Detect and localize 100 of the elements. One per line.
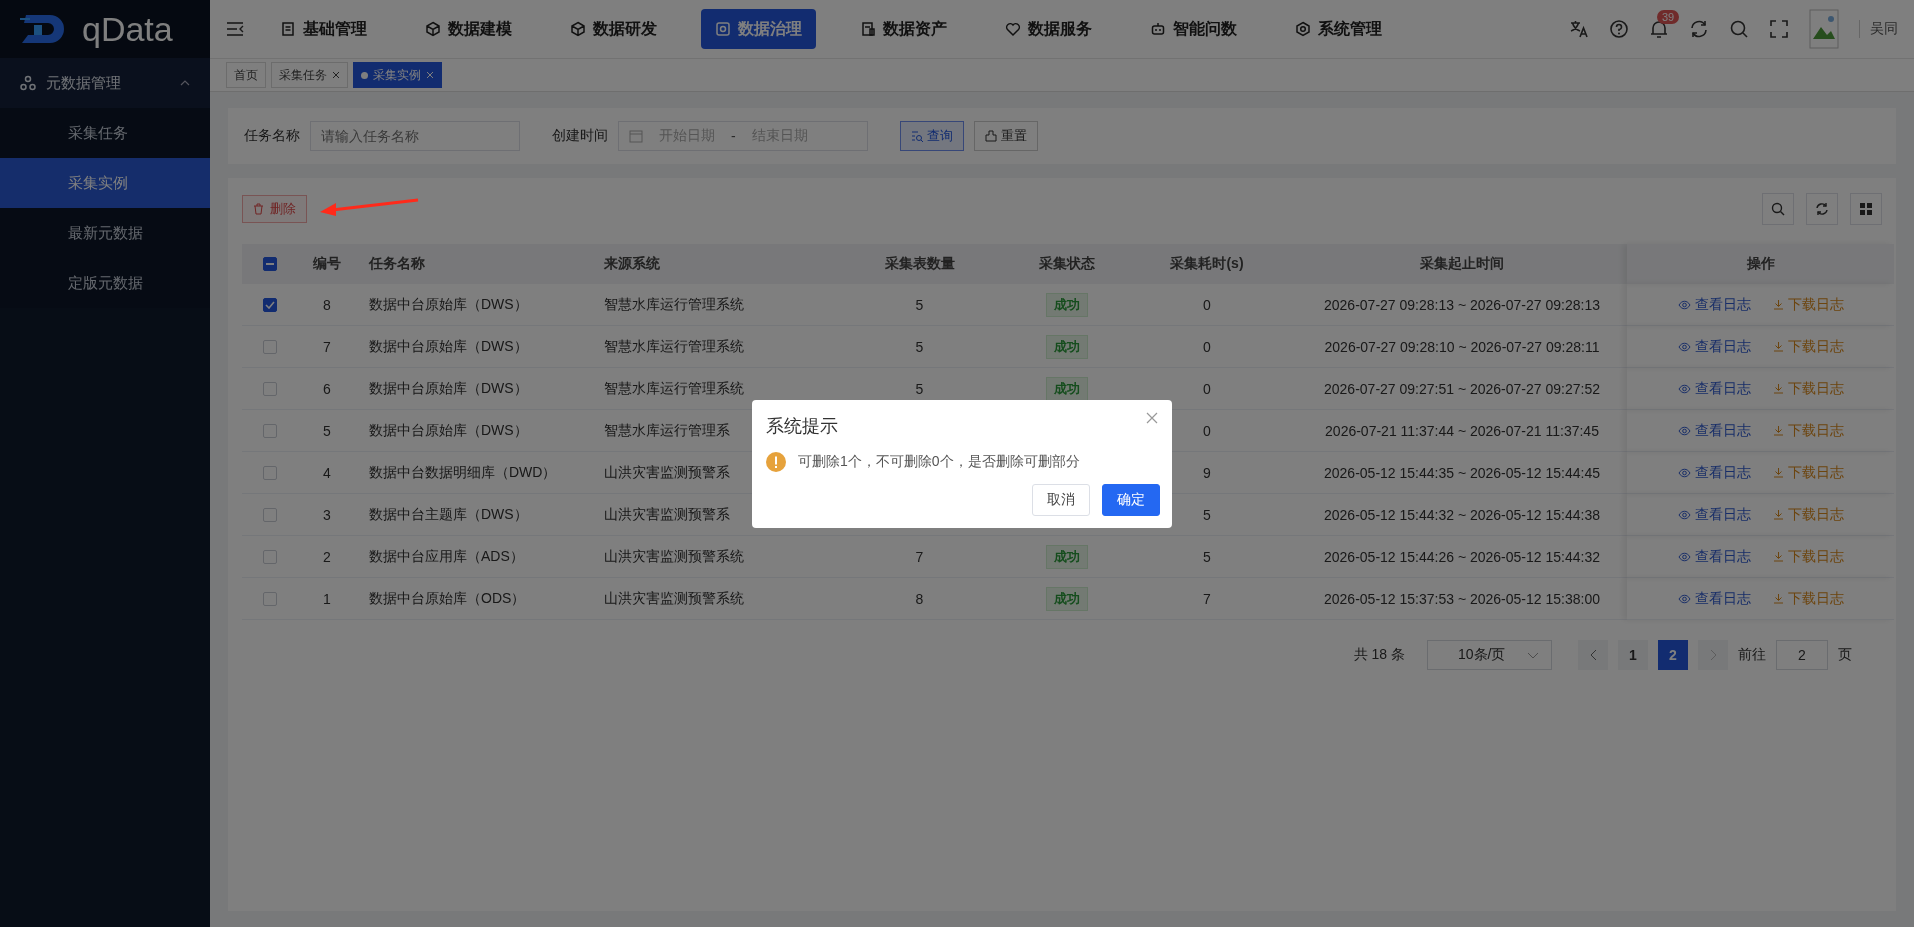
column-header: 采集耗时(s) <box>1170 255 1244 273</box>
confirm-button[interactable]: 确定 <box>1102 484 1160 516</box>
close-icon[interactable] <box>1146 412 1158 424</box>
cancel-button[interactable]: 取消 <box>1032 484 1090 516</box>
table-cell: 山洪灾害监测预警系统 <box>604 589 744 608</box>
group-label: 元数据管理 <box>46 73 122 93</box>
report-icon <box>860 21 876 37</box>
search-button[interactable]: 查询 <box>900 121 964 151</box>
field-label: 任务名称 <box>244 127 300 145</box>
chevron-right-icon <box>1709 649 1717 661</box>
page-size-select[interactable]: 10条/页 <box>1427 640 1552 670</box>
refresh-icon <box>1689 19 1709 39</box>
table-cell: 数据中台原始库（DWS） <box>369 379 528 398</box>
page-tab[interactable]: 采集实例 <box>353 62 442 88</box>
table-cell: 数据中台原始库（DWS） <box>369 421 528 440</box>
view-log-link[interactable]: 查看日志 <box>1677 337 1751 356</box>
download-log-link[interactable]: 下载日志 <box>1772 421 1844 440</box>
task-name-field[interactable]: 请输入任务名称 <box>310 121 520 151</box>
user-name: 吴同 <box>1859 20 1898 38</box>
table-cell: 3 <box>323 506 331 523</box>
refresh-button[interactable] <box>1806 193 1838 225</box>
table-cell: 山洪灾害监测预警系 <box>604 505 730 524</box>
table-cell: 2 <box>323 548 331 565</box>
view-log-link[interactable]: 查看日志 <box>1677 295 1751 314</box>
table-cell: 0 <box>1203 422 1211 439</box>
table-cell: 智慧水库运行管理系统 <box>604 295 744 314</box>
download-log-link[interactable]: 下载日志 <box>1772 379 1844 398</box>
chevron-left-icon <box>1589 649 1597 661</box>
table-cell: 8 <box>915 590 924 607</box>
download-icon <box>1772 551 1784 562</box>
table-cell: 数据中台原始库（DWS） <box>369 337 528 356</box>
nav-tab[interactable]: 数据资产 <box>846 9 961 49</box>
table-cell: 7 <box>323 338 331 355</box>
table-cell: 山洪灾害监测预警系统 <box>604 547 744 566</box>
eye-icon <box>1677 593 1691 604</box>
download-log-link[interactable]: 下载日志 <box>1772 547 1844 566</box>
table-cell: 数据中台主题库（DWS） <box>369 505 528 524</box>
next-page-button[interactable] <box>1698 640 1728 670</box>
sidebar-item[interactable]: 采集实例 <box>0 158 210 208</box>
download-icon <box>1772 341 1784 352</box>
document-icon <box>280 21 296 37</box>
view-log-link[interactable]: 查看日志 <box>1677 379 1751 398</box>
table-cell: 0 <box>1203 338 1211 355</box>
table-cell: 4 <box>323 464 331 481</box>
select-all-checkbox[interactable] <box>262 257 277 271</box>
cube-icon <box>425 21 441 37</box>
nav-tab[interactable]: 数据服务 <box>991 9 1106 49</box>
table-cell: 5 <box>1203 506 1211 523</box>
page-jump-field[interactable]: 2 <box>1776 640 1828 670</box>
download-log-link[interactable]: 下载日志 <box>1772 337 1844 356</box>
download-log-link[interactable]: 下载日志 <box>1772 295 1844 314</box>
table-cell: 2026-05-12 15:44:32 ~ 2026-05-12 15:44:38 <box>1324 506 1600 523</box>
page-tab[interactable]: 采集任务 <box>271 62 348 88</box>
delete-button[interactable]: 删除 <box>242 195 307 223</box>
download-icon <box>1772 467 1784 478</box>
page-tab[interactable]: 首页 <box>226 62 266 88</box>
download-log-link[interactable]: 下载日志 <box>1772 505 1844 524</box>
status-tag: 成功 <box>1046 586 1088 611</box>
table-cell: 8 <box>323 296 331 313</box>
download-log-link[interactable]: 下载日志 <box>1772 589 1844 608</box>
shield-grid-icon <box>715 21 731 37</box>
reset-button[interactable]: 重置 <box>974 121 1038 151</box>
nav-tab[interactable]: 数据建模 <box>411 9 526 49</box>
search-button[interactable] <box>1762 193 1794 225</box>
view-log-link[interactable]: 查看日志 <box>1677 505 1751 524</box>
nav-tab[interactable]: 系统管理 <box>1281 9 1396 49</box>
dot-icon <box>361 71 368 79</box>
download-icon <box>1772 383 1784 394</box>
refresh-icon <box>1815 202 1829 216</box>
table-cell: 2026-07-27 09:28:10 ~ 2026-07-27 09:28:11 <box>1324 338 1600 355</box>
date-separator: - <box>731 128 736 144</box>
previous-page-button[interactable] <box>1578 640 1608 670</box>
view-log-link[interactable]: 查看日志 <box>1677 589 1751 608</box>
view-log-link[interactable]: 查看日志 <box>1677 547 1751 566</box>
status-tag: 成功 <box>1046 376 1088 401</box>
nav-tab[interactable]: 基础管理 <box>266 9 381 49</box>
view-log-link[interactable]: 查看日志 <box>1677 463 1751 482</box>
download-log-link[interactable]: 下载日志 <box>1772 463 1844 482</box>
table-cell: 2026-05-12 15:44:26 ~ 2026-05-12 15:44:32 <box>1324 548 1600 565</box>
eye-icon <box>1677 467 1691 478</box>
eye-icon <box>1677 551 1691 562</box>
table-cell: 7 <box>915 548 924 565</box>
page-button[interactable]: 1 <box>1618 640 1648 670</box>
sidebar-group[interactable]: 元数据管理 <box>0 58 210 108</box>
row-checkbox[interactable] <box>262 297 277 312</box>
grid-button[interactable] <box>1850 193 1882 225</box>
dialog-title: 系统提示 <box>766 415 838 438</box>
grid-icon <box>1859 202 1873 216</box>
nav-tab[interactable]: 智能问数 <box>1136 9 1251 49</box>
column-header: 来源系统 <box>604 255 660 273</box>
nav-tab[interactable]: 数据治理 <box>701 9 816 49</box>
search-icon <box>1729 19 1749 39</box>
status-tag: 成功 <box>1046 292 1088 317</box>
calendar-icon <box>629 129 643 143</box>
page-button[interactable]: 2 <box>1658 640 1688 670</box>
nav-tab[interactable]: 数据研发 <box>556 9 671 49</box>
chevron-down-icon <box>1527 651 1539 659</box>
view-log-link[interactable]: 查看日志 <box>1677 421 1751 440</box>
table-cell: 2026-07-27 09:27:51 ~ 2026-07-27 09:27:52 <box>1324 380 1600 397</box>
download-icon <box>1772 593 1784 604</box>
